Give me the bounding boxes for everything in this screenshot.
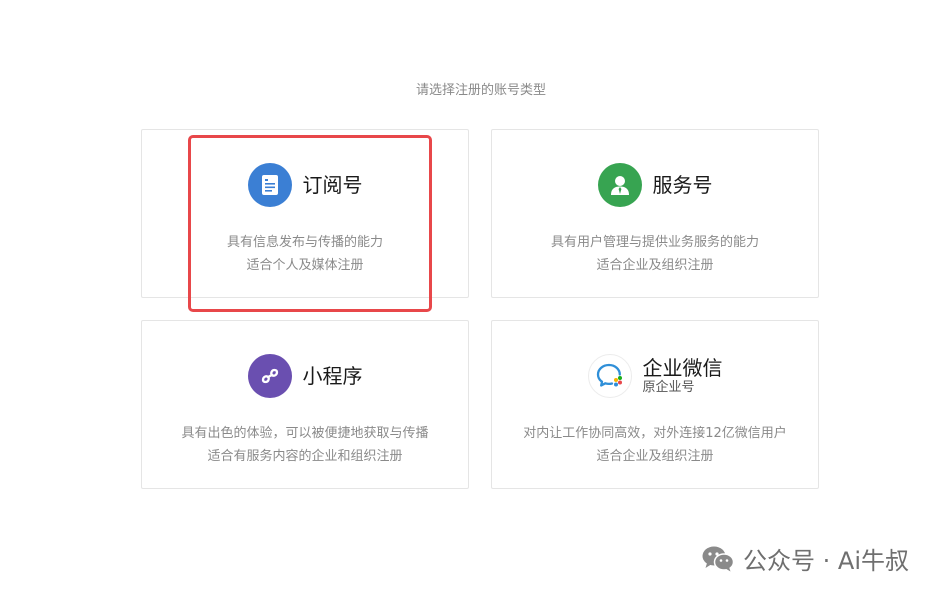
card-mini-program[interactable]: 小程序 具有出色的体验，可以被便捷地获取与传播 适合有服务内容的企业和组织注册: [141, 320, 469, 489]
card-description: 具有用户管理与提供业务服务的能力 适合企业及组织注册: [492, 231, 818, 277]
card-description: 对内让工作协同高效，对外连接12亿微信用户 适合企业及组织注册: [492, 422, 818, 468]
card-wecom[interactable]: 企业微信 原企业号 对内让工作协同高效，对外连接12亿微信用户 适合企业及组织注…: [491, 320, 819, 489]
page-prompt: 请选择注册的账号类型: [415, 83, 546, 98]
card-desc-line: 具有出色的体验，可以被便捷地获取与传播: [181, 426, 429, 441]
person-icon: [597, 163, 642, 207]
card-desc-line: 对内让工作协同高效，对外连接12亿微信用户: [523, 426, 787, 441]
card-title: 订阅号: [302, 173, 363, 197]
card-desc-line: 适合个人及媒体注册: [246, 258, 364, 273]
watermark: 公众号 · Ai牛叔: [701, 541, 909, 576]
card-subscription[interactable]: 订阅号 具有信息发布与传播的能力 适合个人及媒体注册: [141, 129, 469, 298]
card-title: 企业微信: [642, 356, 723, 380]
card-desc-line: 具有信息发布与传播的能力: [226, 235, 383, 250]
card-description: 具有信息发布与传播的能力 适合个人及媒体注册: [142, 231, 468, 277]
chat-icon: [587, 354, 632, 398]
card-title: 服务号: [652, 173, 713, 197]
card-desc-line: 适合企业及组织注册: [596, 258, 714, 273]
card-service[interactable]: 服务号 具有用户管理与提供业务服务的能力 适合企业及组织注册: [491, 129, 819, 298]
card-desc-line: 适合企业及组织注册: [596, 449, 714, 464]
card-description: 具有出色的体验，可以被便捷地获取与传播 适合有服务内容的企业和组织注册: [142, 422, 468, 468]
card-desc-line: 适合有服务内容的企业和组织注册: [207, 449, 403, 464]
card-title: 小程序: [302, 364, 363, 388]
link-icon: [247, 354, 292, 398]
card-subtitle: 原企业号: [642, 380, 695, 395]
card-desc-line: 具有用户管理与提供业务服务的能力: [550, 235, 759, 250]
watermark-text: 公众号 · Ai牛叔: [743, 547, 909, 575]
wechat-icon: [701, 545, 735, 573]
document-icon: [247, 163, 292, 207]
